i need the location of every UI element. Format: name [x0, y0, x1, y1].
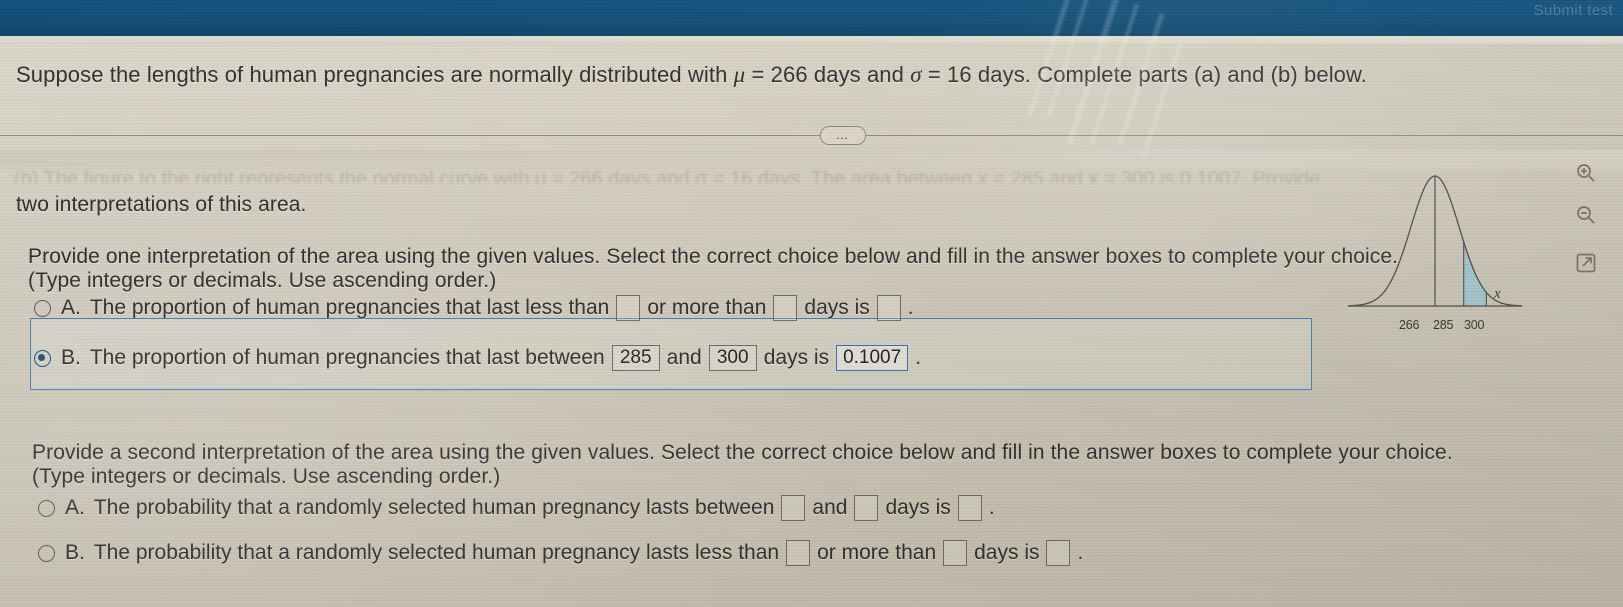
x-tick-label-285: 285: [1433, 318, 1454, 332]
answer-box-1[interactable]: [786, 540, 811, 566]
more-options-button[interactable]: …: [820, 126, 866, 145]
choice-text: days is: [763, 346, 830, 369]
radio-part-one-a[interactable]: [34, 299, 51, 317]
mu-value-text: = 266 days and: [751, 62, 904, 87]
radio-part-two-b[interactable]: [38, 544, 55, 562]
x-axis-label: x: [1494, 286, 1501, 302]
answer-box-lower-bound[interactable]: 285: [611, 345, 660, 371]
part-two-choice-a[interactable]: A. The probability that a randomly selec…: [38, 495, 995, 521]
choice-text: The proportion of human pregnancies that…: [89, 296, 610, 319]
choice-text: or more than: [647, 296, 767, 319]
part-two-instruction: (Type integers or decimals. Use ascendin…: [32, 465, 501, 488]
part-one-choice-a[interactable]: A. The proportion of human pregnancies t…: [34, 295, 914, 321]
part-two-prompt: Provide a second interpretation of the a…: [32, 441, 1453, 464]
choice-period: .: [915, 346, 922, 369]
choice-text: The probability that a randomly selected…: [93, 496, 775, 519]
section-divider: [0, 135, 1623, 136]
zoom-out-icon[interactable]: [1571, 200, 1601, 230]
choice-text: days is: [804, 296, 870, 319]
open-in-new-window-icon[interactable]: [1571, 248, 1601, 278]
zoom-in-icon[interactable]: [1571, 158, 1601, 188]
choice-period: .: [988, 496, 995, 519]
answer-box-2[interactable]: [943, 540, 968, 566]
choice-letter: B.: [61, 346, 81, 369]
choice-period: .: [1077, 541, 1084, 564]
normal-curve-figure: [1347, 175, 1523, 307]
part-one-instruction: (Type integers or decimals. Use ascendin…: [28, 269, 497, 292]
answer-box-proportion[interactable]: 0.1007: [836, 345, 909, 371]
answer-box-upper-bound[interactable]: 300: [708, 345, 757, 371]
x-tick-label-300: 300: [1464, 318, 1485, 332]
choice-text: and: [666, 346, 702, 369]
answer-box-3[interactable]: [876, 295, 901, 321]
submit-test-label[interactable]: Submit test: [1534, 2, 1613, 19]
radio-part-one-b[interactable]: [34, 349, 51, 367]
sigma-value-text: = 16 days. Complete parts (a) and (b) be…: [927, 62, 1368, 87]
answer-box-1[interactable]: [616, 295, 641, 321]
stem-text-1: Suppose the lengths of human pregnancies…: [16, 62, 728, 87]
mu-symbol: μ: [733, 62, 746, 87]
choice-text: and: [812, 496, 848, 519]
two-interpretations-text: two interpretations of this area.: [16, 193, 307, 216]
x-tick-label-266: 266: [1399, 318, 1420, 332]
answer-box-3[interactable]: [1046, 540, 1071, 566]
choice-text: days is: [885, 496, 951, 519]
app-top-bar: Submit test: [0, 0, 1623, 36]
choice-text: The probability that a randomly selected…: [93, 541, 780, 564]
part-one-choice-b[interactable]: B. The proportion of human pregnancies t…: [34, 345, 921, 371]
part-one-prompt: Provide one interpretation of the area u…: [28, 245, 1399, 268]
answer-box-2[interactable]: [773, 295, 798, 321]
part-two-choice-b[interactable]: B. The probability that a randomly selec…: [38, 540, 1083, 566]
answer-box-2[interactable]: [854, 495, 879, 521]
answer-box-3[interactable]: [957, 495, 982, 521]
choice-text: or more than: [817, 541, 937, 564]
choice-letter: A.: [65, 496, 85, 519]
choice-text: The proportion of human pregnancies that…: [89, 346, 605, 369]
answer-box-1[interactable]: [781, 495, 806, 521]
choice-letter: B.: [65, 541, 85, 564]
sigma-symbol: σ: [910, 62, 922, 87]
choice-period: .: [907, 296, 914, 319]
top-strip: [0, 36, 1623, 44]
screen-surface: Submit test Suppose the lengths of human…: [0, 0, 1623, 607]
radio-part-two-a[interactable]: [38, 499, 55, 517]
choice-text: days is: [974, 541, 1040, 564]
question-stem: Suppose the lengths of human pregnancies…: [16, 62, 1367, 88]
choice-letter: A.: [61, 296, 81, 319]
